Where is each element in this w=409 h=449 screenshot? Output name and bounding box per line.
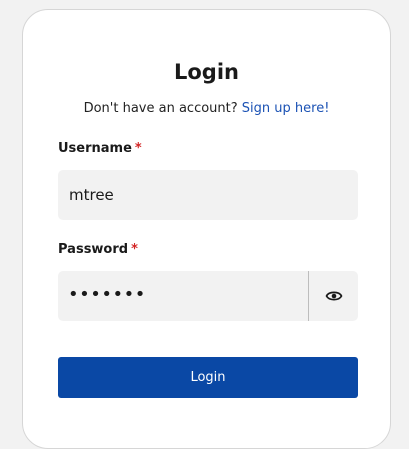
password-value: •••••••: [68, 284, 146, 305]
password-label: Password *: [58, 242, 138, 257]
password-field[interactable]: •••••••: [58, 271, 358, 321]
username-label-text: Username: [58, 141, 132, 156]
eye-icon: [325, 291, 342, 301]
required-marker: *: [134, 141, 142, 156]
password-label-text: Password: [58, 242, 129, 257]
username-value: mtree: [69, 186, 114, 204]
signup-link[interactable]: Sign up here!: [242, 101, 330, 116]
login-card: Login Don't have an account? Sign up her…: [22, 9, 391, 449]
signup-prompt-text: Don't have an account?: [83, 101, 238, 116]
required-marker: *: [131, 242, 138, 257]
page-title: Login: [174, 60, 239, 84]
login-button[interactable]: Login: [58, 357, 358, 398]
username-field[interactable]: mtree: [58, 170, 358, 220]
signup-prompt: Don't have an account? Sign up here!: [23, 101, 390, 116]
show-password-button[interactable]: [308, 271, 358, 321]
username-label: Username *: [58, 141, 142, 156]
